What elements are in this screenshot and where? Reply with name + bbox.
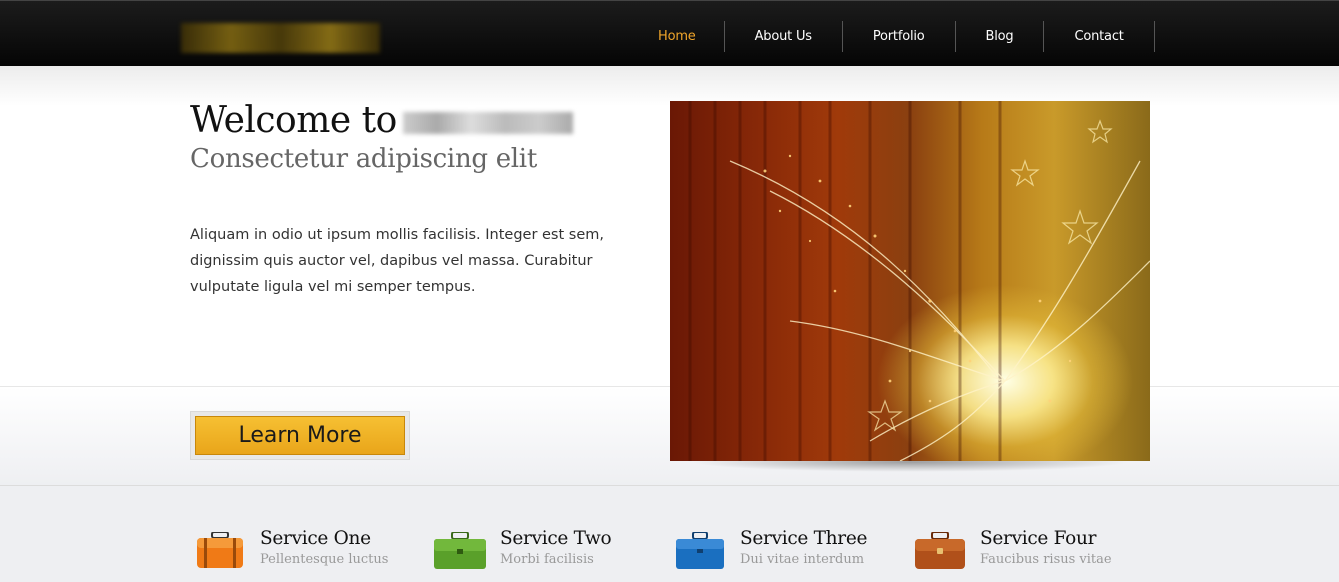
- hero-subheading: Consectetur adipiscing elit: [190, 144, 537, 174]
- main-nav: Home About Us Portfolio Blog Contact: [630, 21, 1155, 52]
- site-header: Home About Us Portfolio Blog Contact: [0, 0, 1339, 66]
- hero-heading-text: Welcome to: [190, 100, 397, 141]
- learn-more-button-label[interactable]: Learn More: [195, 416, 405, 455]
- nav-item-contact[interactable]: Contact: [1044, 21, 1155, 52]
- service-four-title: Service Four: [980, 528, 1097, 549]
- green-briefcase-icon: [434, 532, 486, 569]
- nav-item-portfolio[interactable]: Portfolio: [843, 21, 956, 52]
- nav-item-blog[interactable]: Blog: [956, 21, 1045, 52]
- service-one-title: Service One: [260, 528, 371, 549]
- site-logo[interactable]: [181, 23, 380, 53]
- learn-more-button[interactable]: Learn More: [190, 411, 410, 460]
- brown-briefcase-icon: [915, 532, 965, 569]
- nav-item-home[interactable]: Home: [630, 21, 725, 52]
- hero-heading: Welcome to: [190, 100, 573, 144]
- service-two-description: Morbi facilisis: [500, 552, 594, 567]
- service-two-title: Service Two: [500, 528, 612, 549]
- service-three-title: Service Three: [740, 528, 868, 549]
- service-three-description: Dui vitae interdum: [740, 552, 865, 567]
- hero-image: [670, 101, 1150, 461]
- orange-suitcase-icon: [197, 532, 243, 568]
- service-one-description: Pellentesque luctus: [260, 552, 389, 567]
- blurred-brand-name: [402, 112, 573, 134]
- nav-item-about-us[interactable]: About Us: [725, 21, 843, 52]
- hero-body-text: Aliquam in odio ut ipsum mollis facilisi…: [190, 227, 604, 295]
- blue-briefcase-icon: [676, 532, 724, 569]
- service-four-description: Faucibus risus vitae: [980, 552, 1112, 567]
- hero-image-artwork: [688, 101, 1150, 461]
